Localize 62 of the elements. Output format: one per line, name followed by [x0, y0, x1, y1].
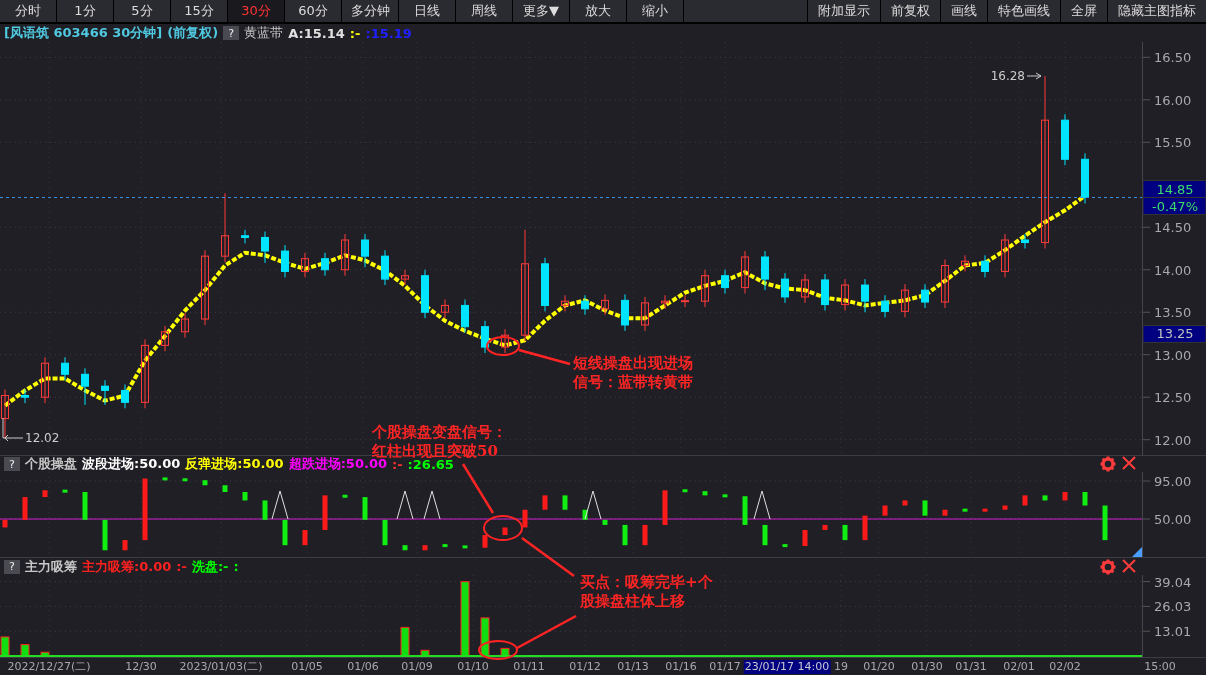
annotation-text: 信号：蓝带转黄带 — [573, 373, 693, 392]
price-tag: 13.25 — [1142, 325, 1206, 343]
time-label: 01/09 — [401, 660, 433, 674]
time-label: 12/30 — [125, 660, 157, 674]
time-label: 2023/01/03(二) — [179, 660, 263, 674]
axis-label: 26.03 — [1154, 599, 1192, 615]
period-tab[interactable]: 30分 — [228, 0, 285, 22]
time-label: 19 — [834, 660, 848, 674]
legend-label: :- — [176, 559, 187, 574]
axis-label: 95.00 — [1154, 474, 1192, 490]
axis-label: 12.00 — [1154, 432, 1192, 448]
cursor-time-label: 23/01/17 14:00 — [743, 660, 831, 674]
time-label: 01/13 — [617, 660, 649, 674]
help-button[interactable]: ? — [223, 26, 240, 40]
legend-label: :15.19 — [365, 25, 412, 41]
price-tag: 14.85 — [1142, 180, 1206, 198]
high-price-label: 16.28 — [990, 69, 1025, 83]
time-label: 02/02 — [1049, 660, 1081, 674]
axis-label: 13.01 — [1154, 624, 1192, 640]
axis-label: 16.50 — [1154, 50, 1192, 66]
legend-label: 洗盘:- — [191, 557, 229, 576]
time-label: 01/31 — [955, 660, 987, 674]
help-button[interactable]: ? — [4, 457, 20, 471]
time-label: 01/10 — [457, 660, 489, 674]
axis-label: 13.00 — [1154, 347, 1192, 363]
time-label: 01/20 — [863, 660, 895, 674]
time-label: 01/17 — [709, 660, 741, 674]
legend-label: 主力吸筹 — [25, 557, 77, 576]
time-label: 02/01 — [1003, 660, 1035, 674]
price-tag: -0.47% — [1142, 197, 1206, 215]
time-label: 01/30 — [911, 660, 943, 674]
time-label: 01/11 — [513, 660, 545, 674]
axis-label: 15.50 — [1154, 135, 1192, 151]
legend-label: :- — [349, 25, 361, 41]
legend-label: : — [233, 559, 239, 574]
legend-label: 波段进场:50.00 — [82, 455, 181, 473]
axis-label: 12.50 — [1154, 390, 1192, 406]
legend-label: 个股操盘 — [25, 455, 77, 473]
legend-label: A:15.14 — [288, 25, 345, 41]
annotation-text: 个股操盘变盘信号： — [372, 423, 507, 442]
annotation-text: 短线操盘出现进场 — [573, 354, 693, 373]
axis-label: 50.00 — [1154, 512, 1192, 527]
legend-label: [风语筑 603466 30分钟] — [4, 24, 163, 42]
legend-label: 主力吸筹:0.00 — [82, 557, 172, 576]
time-label: 01/12 — [569, 660, 601, 674]
axis-label: 14.00 — [1154, 262, 1192, 278]
axis-label: 14.50 — [1154, 220, 1192, 236]
time-label: 01/16 — [665, 660, 697, 674]
legend-label: (前复权) — [167, 24, 219, 42]
time-label: 01/06 — [347, 660, 379, 674]
legend-label: 黄蓝带 — [244, 24, 284, 42]
time-label: 2022/12/27(二) — [7, 660, 91, 674]
axis-label: 16.00 — [1154, 92, 1192, 108]
time-label: 01/05 — [291, 660, 323, 674]
time-label: 15:00 — [1144, 660, 1176, 674]
legend-label: 反弹进场:50.00 — [185, 455, 284, 473]
help-button[interactable]: ? — [4, 559, 20, 574]
annotation-text: 股操盘柱体上移 — [580, 592, 686, 611]
axis-label: 39.04 — [1154, 575, 1192, 590]
annotation-text: 买点：吸筹完毕+个 — [580, 573, 713, 592]
axis-label: 13.50 — [1154, 305, 1192, 321]
low-price-label: 12.02 — [25, 431, 60, 445]
